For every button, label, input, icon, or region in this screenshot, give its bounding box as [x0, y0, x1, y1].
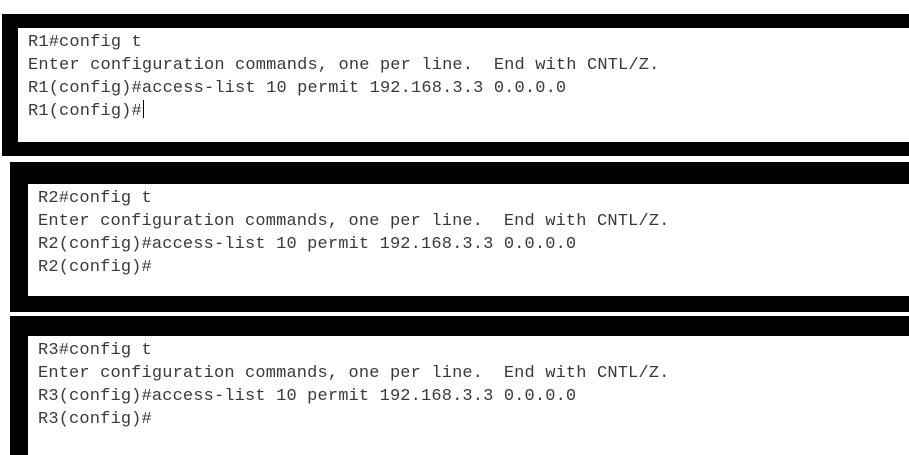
terminal-line: R1(config)#access-list 10 permit 192.168…: [28, 79, 567, 98]
terminal-prompt: R3(config)#: [38, 410, 152, 429]
screenshot-canvas: R1#config t Enter configuration commands…: [0, 0, 909, 455]
terminal-line: Enter configuration commands, one per li…: [28, 56, 660, 75]
terminal-prompt: R2(config)#: [38, 258, 152, 277]
terminal-window-r2: R2#config t Enter configuration commands…: [10, 162, 909, 312]
terminal-line: R3(config)#access-list 10 permit 192.168…: [38, 387, 577, 406]
terminal-line: Enter configuration commands, one per li…: [38, 364, 670, 383]
text-cursor: [142, 100, 144, 118]
terminal-output-r1[interactable]: R1#config t Enter configuration commands…: [18, 28, 909, 142]
terminal-line: R2#config t: [38, 189, 152, 208]
terminal-window-r3: R3#config t Enter configuration commands…: [10, 316, 909, 455]
terminal-prompt: R1(config)#: [28, 102, 142, 121]
terminal-window-r1: R1#config t Enter configuration commands…: [2, 14, 909, 156]
terminal-prompt-line: R1(config)#: [28, 100, 909, 123]
terminal-line: R3#config t: [38, 341, 152, 360]
terminal-output-r2[interactable]: R2#config t Enter configuration commands…: [28, 184, 909, 296]
terminal-line: Enter configuration commands, one per li…: [38, 212, 670, 231]
terminal-output-r3[interactable]: R3#config t Enter configuration commands…: [28, 336, 909, 455]
terminal-line: R2(config)#access-list 10 permit 192.168…: [38, 235, 577, 254]
terminal-line: R1#config t: [28, 33, 142, 52]
